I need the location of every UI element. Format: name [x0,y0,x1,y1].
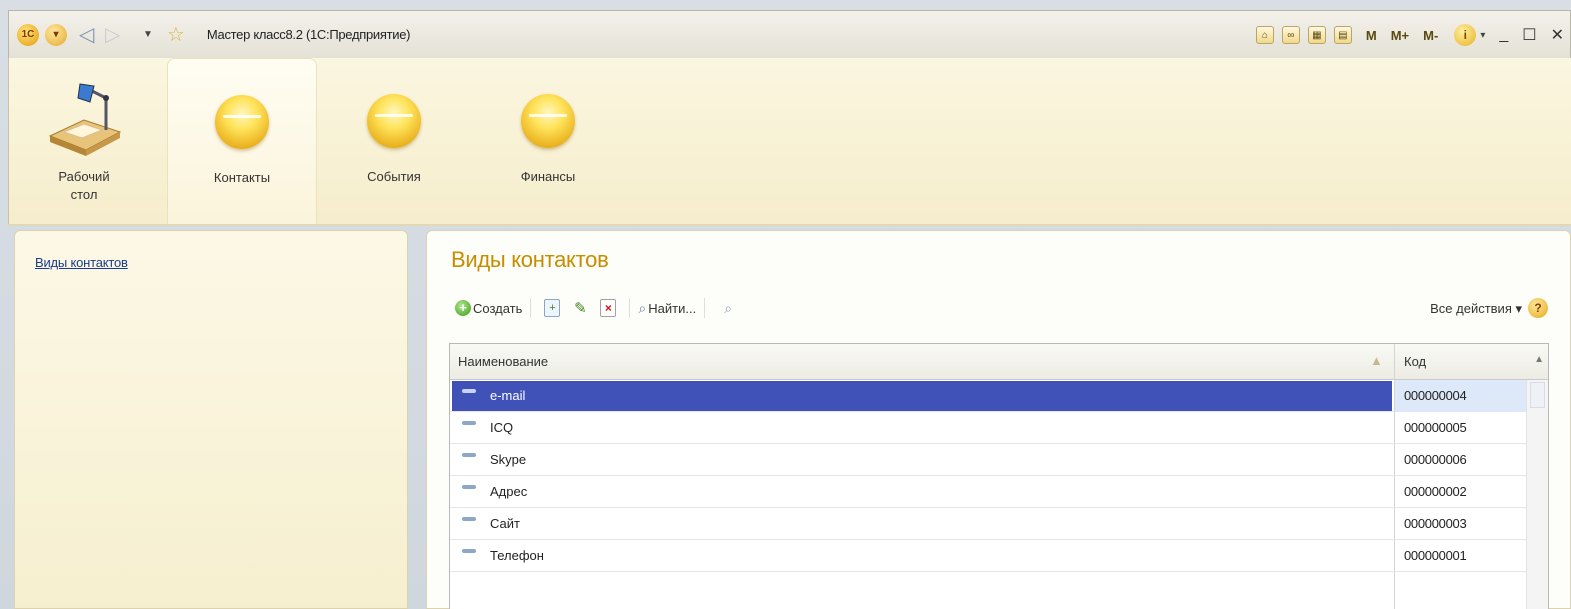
toolbar-separator [704,298,706,318]
cell-code: 000000005 [1404,420,1467,435]
app-window: 1С ▾ ◁ ▷ ▼ ☆ Мастер класс8.2 (1С:Предпри… [0,0,1571,609]
section-events[interactable]: События [319,58,469,224]
cell-name: Skype [490,452,527,467]
cell-code: 000000006 [1404,452,1467,467]
column-header-code[interactable]: Код [1404,354,1426,369]
section-label: События [367,169,421,184]
form-contact-types: Виды контактов + Создать + ✎ × ⌕ Найти..… [426,230,1571,609]
item-dash-icon [462,549,476,553]
main-menu-icon[interactable]: ▾ [45,23,67,46]
memory-plus-button[interactable]: M+ [1391,28,1409,43]
copy-icon[interactable]: + [544,299,561,317]
back-arrow-icon[interactable]: ◁ [79,22,101,47]
cell-name: Телефон [490,548,544,563]
help-icon[interactable]: ? [1528,298,1548,318]
navigation-panel: Виды контактов [14,230,408,609]
desk-lamp-icon [48,83,122,156]
cell-name: Сайт [490,516,520,531]
cell-code: 000000001 [1404,548,1467,563]
history-dropdown-icon[interactable]: ▼ [143,29,153,40]
table-row[interactable]: Сайт 000000003 [450,508,1526,540]
sections-panel: Рабочий стол Контакты События Финансы [8,58,1571,224]
find-button[interactable]: ⌕ Найти... [638,300,696,317]
section-label: стол [70,187,98,202]
section-desktop[interactable]: Рабочий стол [9,58,159,224]
delete-mark-icon[interactable]: × [600,299,617,317]
minimize-button[interactable]: _ [1499,26,1508,44]
section-label: Контакты [213,170,271,185]
section-contacts[interactable]: Контакты [167,58,317,224]
table-row[interactable]: ICQ 000000005 [450,412,1526,444]
close-button[interactable]: ✕ [1551,25,1564,45]
yellow-sphere-icon [521,94,575,148]
link-icon[interactable]: ∞ [1281,26,1300,44]
item-dash-icon [462,485,476,489]
scroll-up-icon[interactable]: ▲ [1534,354,1544,365]
window-title: Мастер класс8.2 (1С:Предприятие) [206,27,411,42]
scrollbar-thumb[interactable] [1530,382,1545,408]
toolbar-separator [629,298,631,318]
memory-button[interactable]: M [1366,28,1377,43]
divider [8,224,1571,226]
search-icon: ⌕ [638,299,647,316]
nav-link-contact-types[interactable]: Виды контактов [35,255,128,270]
calculator-icon[interactable]: ▦ [1307,26,1326,44]
toolbar-separator [530,298,532,318]
form-toolbar: + Создать + ✎ × ⌕ Найти... ⌕ [455,295,743,321]
cell-name: ICQ [490,420,514,435]
home-icon[interactable]: ⌂ [1255,26,1274,44]
cell-name: e-mail [490,388,526,403]
favorites-star-icon[interactable]: ☆ [167,22,185,47]
cell-code: 000000004 [1404,388,1467,403]
item-dash-icon [462,389,476,393]
calendar-icon[interactable]: ▤ [1333,26,1352,44]
sort-ascending-icon[interactable]: ▲ [1370,353,1383,368]
info-dropdown-icon[interactable]: ▾ [1480,30,1485,41]
yellow-sphere-icon [367,94,421,148]
table-row[interactable]: Skype 000000006 [450,444,1526,476]
maximize-button[interactable]: ☐ [1522,25,1536,45]
list-table[interactable]: Наименование ▲ Код ▲ e-mail 000000004 IC… [449,343,1549,609]
column-header-name[interactable]: Наименование [458,354,548,369]
item-dash-icon [462,421,476,425]
create-button[interactable]: + Создать [455,300,522,316]
section-label: Рабочий [58,169,110,184]
edit-pencil-icon[interactable]: ✎ [570,298,590,318]
cancel-search-icon[interactable]: ⌕ [718,298,738,318]
form-title: Виды контактов [451,247,609,272]
section-finance[interactable]: Финансы [473,58,623,224]
title-bar-tools: ⌂ ∞ ▦ ▤ M M+ M- i ▾ _ ☐ ✕ [1248,11,1564,59]
table-row[interactable]: Телефон 000000001 [450,540,1526,572]
item-dash-icon [462,453,476,457]
plus-icon: + [455,300,471,316]
table-header: Наименование ▲ Код ▲ [450,344,1548,380]
cell-name: Адрес [490,484,528,499]
table-row[interactable]: Адрес 000000002 [450,476,1526,508]
all-actions-menu[interactable]: Все действия ▾ [1430,301,1522,317]
forward-arrow-icon[interactable]: ▷ [105,22,127,47]
find-label: Найти... [648,300,697,316]
cell-code: 000000002 [1404,484,1467,499]
1c-logo-icon[interactable]: 1С [17,23,39,46]
info-icon[interactable]: i [1454,24,1477,46]
memory-minus-button[interactable]: M- [1423,28,1438,43]
item-dash-icon [462,517,476,521]
title-bar: 1С ▾ ◁ ▷ ▼ ☆ Мастер класс8.2 (1С:Предпри… [8,10,1571,58]
vertical-scrollbar[interactable] [1526,380,1548,609]
section-label: Финансы [520,169,576,184]
yellow-sphere-icon [215,95,269,149]
table-row[interactable]: e-mail 000000004 [450,380,1526,412]
cell-code: 000000003 [1404,516,1467,531]
create-label: Создать [473,300,523,316]
